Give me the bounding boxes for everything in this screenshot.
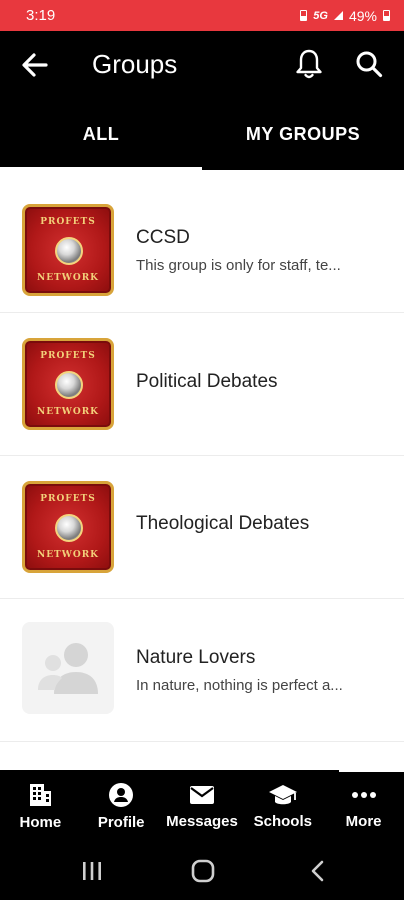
- logo-text-bottom: NETWORK: [36, 273, 100, 283]
- group-placeholder-icon: [22, 622, 114, 714]
- system-nav-bar: [0, 843, 404, 900]
- status-time: 3:19: [26, 7, 56, 24]
- nav-label: Schools: [253, 813, 312, 830]
- bell-icon: [296, 49, 322, 79]
- tab-all[interactable]: ALL: [0, 98, 202, 170]
- home-system-icon[interactable]: [190, 858, 216, 884]
- nav-label: Profile: [97, 814, 145, 831]
- logo-text-top: PROFETS: [40, 217, 96, 227]
- logo-text-top: PROFETS: [40, 494, 96, 504]
- nav-label: Messages: [166, 813, 238, 830]
- bottom-nav: Home Profile Messages Schools More: [0, 770, 404, 843]
- back-system-icon[interactable]: [308, 859, 328, 883]
- back-arrow-icon: [22, 53, 48, 77]
- tab-my-groups[interactable]: MY GROUPS: [202, 98, 404, 170]
- group-row-political-debates[interactable]: PROFETS NETWORK Political Debates: [0, 313, 404, 456]
- group-description: This group is only for staff, te...: [136, 257, 341, 274]
- notifications-button[interactable]: [294, 48, 324, 80]
- nav-label: More: [345, 813, 382, 830]
- group-name: CCSD: [136, 227, 190, 248]
- logo-text-top: PROFETS: [40, 351, 96, 361]
- back-button[interactable]: [20, 51, 50, 79]
- signal-icon: [333, 11, 343, 20]
- envelope-icon: [189, 786, 214, 804]
- profile-icon: [109, 783, 134, 807]
- battery-icon: [383, 10, 390, 21]
- group-tabs: ALL MY GROUPS: [0, 98, 404, 170]
- profets-network-logo: PROFETS NETWORK: [22, 204, 114, 296]
- nav-messages[interactable]: Messages: [162, 770, 243, 843]
- group-name: Political Debates: [136, 371, 278, 392]
- battery-saver-icon: [300, 10, 308, 21]
- group-name: Nature Lovers: [136, 647, 256, 668]
- recent-apps-icon[interactable]: [80, 859, 104, 883]
- battery-percent: 49%: [348, 7, 377, 24]
- nav-schools[interactable]: Schools: [242, 770, 323, 843]
- network-type: 5G: [313, 9, 328, 22]
- logo-text-bottom: NETWORK: [36, 407, 100, 417]
- status-bar: 3:19 5G 49%: [0, 0, 404, 31]
- app-bar: Groups: [0, 31, 404, 98]
- profets-network-logo: PROFETS NETWORK: [22, 338, 114, 430]
- search-icon: [356, 51, 383, 78]
- page-title: Groups: [92, 49, 178, 79]
- group-row-theological-debates[interactable]: PROFETS NETWORK Theological Debates: [0, 456, 404, 599]
- profets-network-logo: PROFETS NETWORK: [22, 481, 114, 573]
- logo-gem: [55, 237, 83, 265]
- graduation-cap-icon: [268, 785, 297, 805]
- group-list: PROFETS NETWORK CCSD This group is only …: [0, 170, 404, 742]
- people-icon: [38, 643, 98, 694]
- more-dots-icon: [351, 792, 376, 798]
- group-row-ccsd[interactable]: PROFETS NETWORK CCSD This group is only …: [0, 170, 404, 313]
- nav-divider: [339, 770, 404, 772]
- nav-label: Home: [19, 814, 62, 831]
- group-row-nature-lovers[interactable]: Nature Lovers In nature, nothing is perf…: [0, 599, 404, 742]
- logo-text-bottom: NETWORK: [36, 550, 100, 560]
- group-name: Theological Debates: [136, 513, 310, 534]
- nav-home[interactable]: Home: [0, 770, 81, 843]
- building-icon: [30, 784, 52, 806]
- search-button[interactable]: [354, 49, 384, 79]
- logo-gem: [55, 514, 83, 542]
- nav-more[interactable]: More: [323, 770, 404, 843]
- group-description: In nature, nothing is perfect a...: [136, 677, 343, 694]
- status-icons: 5G 49%: [300, 8, 390, 24]
- nav-profile[interactable]: Profile: [81, 770, 162, 843]
- logo-gem: [55, 371, 83, 399]
